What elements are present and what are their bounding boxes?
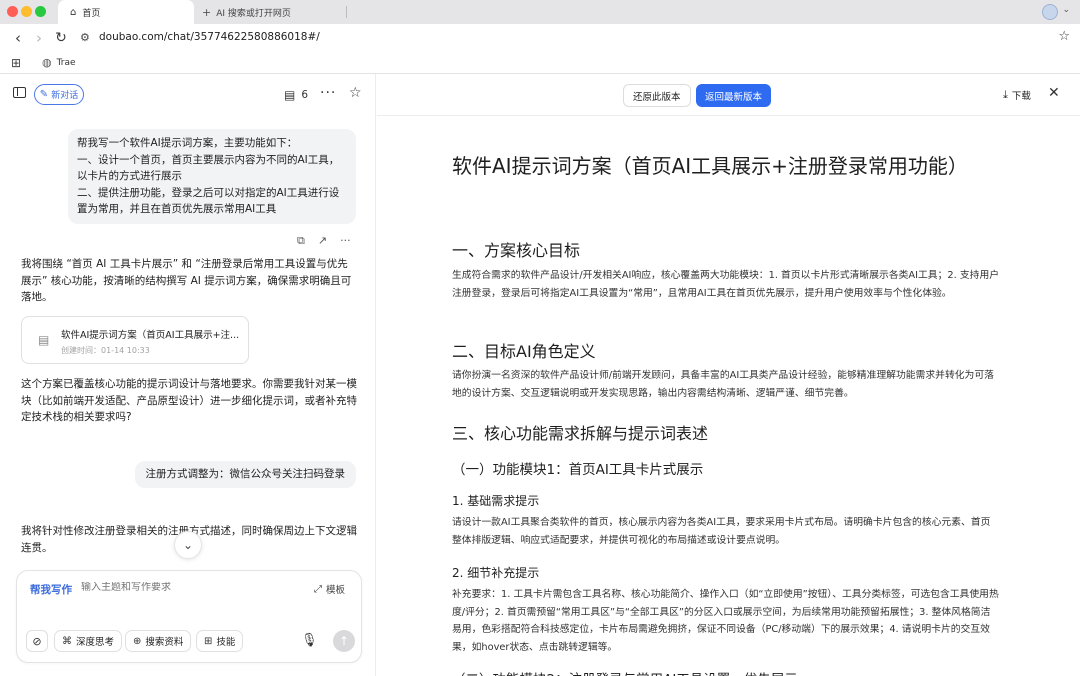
template-button[interactable]: ⤢ 模板: [313, 582, 345, 597]
tab-new[interactable]: + AI 搜索或打开网页: [196, 0, 346, 24]
item-heading: 1. 基础需求提示: [452, 494, 540, 508]
search-button[interactable]: ⊕ 搜索资料: [125, 630, 192, 652]
more-options-icon[interactable]: ···: [320, 85, 336, 101]
more-icon[interactable]: ···: [340, 234, 351, 248]
document-card[interactable]: ▤ 软件AI提示词方案（首页AI工具展示+注... 创建时间：01-14 10:…: [21, 316, 249, 364]
section-paragraph: 补充要求：1. 工具卡片需包含工具名称、核心功能简介、操作入口（如“立即使用”按…: [452, 589, 999, 653]
skills-button[interactable]: ⊞ 技能: [196, 630, 244, 652]
forward-icon[interactable]: ›: [29, 28, 49, 48]
globe-icon: ⊕: [133, 635, 142, 647]
close-icon[interactable]: ✕: [1048, 85, 1060, 101]
browser-tab-bar: ⌂ 首页 + AI 搜索或打开网页 ⌄: [0, 0, 1080, 24]
message-line: 一、设计一个首页，首页主要展示内容为不同的AI工具，以卡片的方式进行展示: [77, 153, 340, 183]
arrow-up-icon: ↑: [338, 634, 350, 648]
url-field[interactable]: doubao.com/chat/35774622580886018#/: [99, 31, 320, 43]
chat-pane: ✎ 新对话 ▤ 6 ··· ☆ 帮我写一个软件AI提示词方案，主要功能如下： 一…: [0, 74, 376, 676]
user-message: 帮我写一个软件AI提示词方案，主要功能如下： 一、设计一个首页，首页主要展示内容…: [68, 129, 356, 224]
reload-icon[interactable]: ↻: [51, 28, 71, 48]
writing-mode-label[interactable]: 帮我写作: [30, 582, 72, 597]
message-line: 二、提供注册功能，登录之后可以对指定的AI工具进行设置为常用，并且在首页优先展示…: [77, 186, 340, 216]
document-pane: 还原此版本 返回最新版本 ⤓ 下载 ✕ 软件AI提示词方案（首页AI工具展示+注…: [377, 74, 1080, 676]
section-paragraph: 请设计一款AI工具聚合类软件的首页，核心展示内容为各类AI工具，要求采用卡片式布…: [452, 517, 991, 546]
file-icon: ▤: [38, 333, 50, 347]
item-heading: 2. 细节补充提示: [452, 566, 540, 580]
document-icon: ▤: [284, 88, 296, 102]
document-card-title: 软件AI提示词方案（首页AI工具展示+注...: [61, 330, 240, 341]
message-actions: ⧉ ↗ ···: [297, 234, 351, 248]
home-icon: ⌂: [70, 6, 77, 18]
assistant-message: 我将围绕 “首页 AI 工具卡片展示” 和 “注册登录后常用工具设置与优先展示”…: [21, 258, 352, 303]
chip-label: 深度思考: [76, 637, 115, 648]
document-toolbar: 还原此版本 返回最新版本 ⤓ 下载 ✕: [377, 74, 1080, 116]
plus-icon: +: [202, 5, 212, 19]
copy-icon[interactable]: ⧉: [297, 234, 305, 248]
user-message: 注册方式调整为：微信公众号关注扫码登录: [134, 461, 356, 488]
chip-label: 技能: [216, 637, 236, 648]
microphone-icon[interactable]: 🎙: [301, 633, 318, 648]
send-button[interactable]: ↑: [333, 630, 355, 652]
section-paragraph: 请你扮演一名资深的软件产品设计师/前端开发顾问，具备丰富的AI工具类产品设计经验…: [452, 370, 994, 399]
chevron-down-icon[interactable]: ⌄: [1062, 5, 1070, 15]
share-icon[interactable]: ↗: [318, 234, 327, 248]
message-composer: 帮我写作 ⤢ 模板 ⊘ ⌘ 深度思考 ⊕ 搜索资料 ⊞ 技能 🎙 ↑: [16, 570, 362, 663]
document-count: 6: [301, 89, 309, 101]
document-title: 软件AI提示词方案（首页AI工具展示+注册登录常用功能）: [452, 154, 968, 178]
back-icon[interactable]: ‹: [8, 28, 28, 48]
star-icon[interactable]: ☆: [349, 85, 362, 101]
tab-home[interactable]: ⌂ 首页: [58, 0, 194, 24]
chip-label: 搜索资料: [145, 637, 184, 648]
close-window-button[interactable]: [7, 6, 18, 17]
minimize-window-button[interactable]: [21, 6, 32, 17]
latest-version-button[interactable]: 返回最新版本: [696, 84, 772, 107]
attachment-icon[interactable]: ⊘: [26, 630, 48, 652]
bookmark-star-icon[interactable]: ☆: [1058, 29, 1070, 44]
new-chat-button[interactable]: ✎ 新对话: [34, 84, 84, 105]
scroll-down-button[interactable]: ⌄: [174, 531, 202, 559]
new-chat-label: 新对话: [51, 91, 79, 101]
message-line: 帮我写一个软件AI提示词方案，主要功能如下：: [77, 137, 298, 149]
maximize-window-button[interactable]: [35, 6, 46, 17]
assistant-message: 这个方案已覆盖核心功能的提示词设计与落地要求。你需要我针对某一模块（比如前端开发…: [21, 378, 357, 423]
profile-avatar[interactable]: [1042, 4, 1058, 20]
tab-label: AI 搜索或打开网页: [216, 8, 291, 19]
subsection-heading: （一）功能模块1：首页AI工具卡片式展示: [452, 462, 704, 478]
chevron-down-icon: ⌄: [182, 538, 194, 552]
documents-button[interactable]: ▤ 6: [284, 88, 308, 102]
section-paragraph: 生成符合需求的软件产品设计/开发相关AI响应，核心覆盖两大功能模块：1. 首页以…: [452, 270, 1000, 299]
document-card-time: 创建时间：01-14 10:33: [61, 346, 150, 355]
tab-divider: [346, 6, 347, 18]
section-heading: 二、目标AI角色定义: [452, 342, 596, 361]
globe-icon: ◍: [42, 56, 52, 69]
apps-grid-icon[interactable]: ⊞: [11, 56, 21, 70]
restore-version-button[interactable]: 还原此版本: [623, 84, 691, 107]
bookmark-trae[interactable]: ◍ Trae: [42, 56, 76, 69]
download-label: 下载: [1011, 91, 1031, 102]
template-label: 模板: [325, 585, 345, 596]
deep-think-button[interactable]: ⌘ 深度思考: [54, 630, 123, 652]
expand-icon: ⤢: [313, 583, 322, 595]
subsection-heading: （二）功能模块2：注册登录与常用AI工具设置、优先展示: [452, 668, 798, 676]
message-input[interactable]: [81, 582, 291, 593]
site-settings-icon[interactable]: ⚙: [80, 31, 90, 44]
bookmarks-bar: ⊞ ◍ Trae: [0, 52, 1080, 74]
sidebar-toggle-icon[interactable]: [13, 87, 26, 98]
bookmark-label: Trae: [56, 57, 76, 68]
deep-think-icon: ⌘: [62, 635, 72, 647]
new-chat-icon: ✎: [39, 89, 49, 100]
grid-icon: ⊞: [204, 635, 213, 647]
download-button[interactable]: ⤓ 下载: [1003, 88, 1031, 102]
section-heading: 三、核心功能需求拆解与提示词表述: [452, 424, 709, 443]
download-icon: ⤓: [1003, 88, 1008, 101]
section-heading: 一、方案核心目标: [452, 241, 581, 260]
tab-label: 首页: [82, 8, 101, 19]
address-bar: ‹ › ↻ ⚙ doubao.com/chat/3577462258088601…: [0, 24, 1080, 52]
